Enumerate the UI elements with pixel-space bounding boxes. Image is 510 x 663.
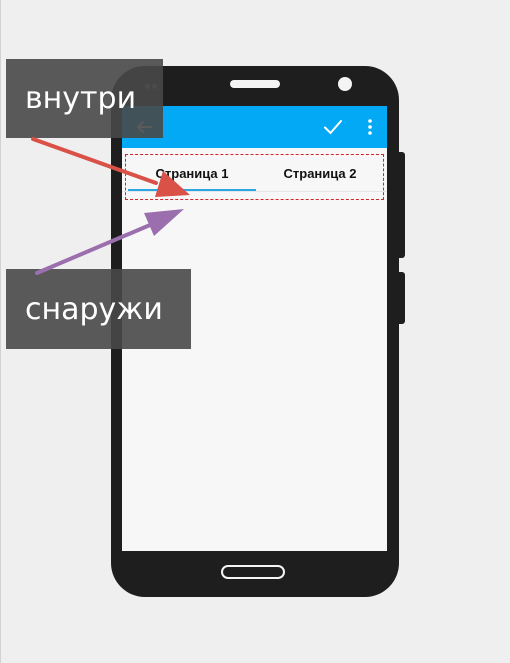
earpiece-speaker	[230, 80, 280, 88]
home-button[interactable]	[221, 565, 285, 579]
overflow-menu-icon[interactable]	[360, 116, 380, 138]
tab-bar-highlight	[125, 154, 384, 200]
volume-key	[398, 152, 405, 258]
outside-label: снаружи	[6, 269, 191, 349]
power-key	[398, 272, 405, 324]
check-icon[interactable]	[322, 116, 344, 138]
page-edge-rule	[0, 0, 1, 663]
inside-label: внутри	[6, 59, 163, 138]
front-camera	[338, 77, 352, 91]
